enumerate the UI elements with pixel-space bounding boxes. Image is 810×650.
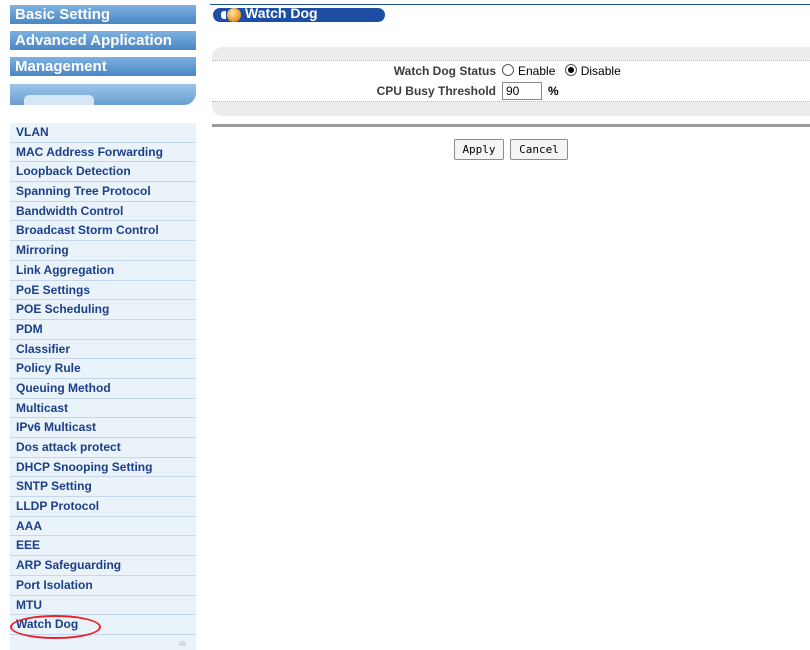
sidebar-item-loopback-detection[interactable]: Loopback Detection: [10, 162, 196, 183]
sidebar-item-aaa[interactable]: AAA: [10, 517, 196, 537]
disable-radio[interactable]: [564, 64, 577, 76]
settings-panel: Watch Dog Status Enable Disable CPU Busy…: [212, 47, 810, 116]
orange-orb-icon: [221, 8, 241, 22]
cpu-threshold-input[interactable]: [502, 82, 542, 100]
sidebar-item-broadcast-storm-control[interactable]: Broadcast Storm Control: [10, 221, 196, 242]
cpu-threshold-row: CPU Busy Threshold %: [212, 81, 810, 102]
disable-label: Disable: [580, 64, 621, 78]
cpu-threshold-unit: %: [548, 84, 559, 98]
watch-dog-status-label: Watch Dog Status: [393, 64, 496, 78]
sidebar-item-ipv6-multicast[interactable]: IPv6 Multicast: [10, 418, 196, 438]
section-divider: [212, 124, 810, 127]
sidebar-item-spanning-tree-protocol[interactable]: Spanning Tree Protocol: [10, 182, 196, 202]
sidebar-item-multicast[interactable]: Multicast: [10, 399, 196, 419]
sidebar-item-eee[interactable]: EEE: [10, 536, 196, 557]
menu-basic-setting[interactable]: Basic Setting: [10, 5, 196, 24]
sidebar-item-mirroring[interactable]: Mirroring: [10, 241, 196, 261]
scrollbar-thumb[interactable]: [179, 641, 186, 646]
sidebar-header-pill: [24, 95, 94, 105]
sidebar-header-band: [10, 84, 196, 105]
sidebar-item-pdm[interactable]: PDM: [10, 320, 196, 340]
submenu-panel: VLAN MAC Address Forwarding Loopback Detec…: [10, 123, 196, 650]
page-title: Watch Dog: [245, 5, 318, 21]
sidebar-item-arp-safeguarding[interactable]: ARP Safeguarding: [10, 556, 196, 576]
sidebar-item-vlan[interactable]: VLAN: [10, 123, 196, 143]
sidebar-item-lldp-protocol[interactable]: LLDP Protocol: [10, 497, 196, 517]
sidebar: Basic Setting Advanced Application Manag…: [10, 0, 196, 650]
sidebar-item-watch-dog[interactable]: Watch Dog: [10, 615, 196, 635]
sidebar-item-poe-scheduling[interactable]: POE Scheduling: [10, 300, 196, 320]
apply-button[interactable]: Apply: [454, 139, 504, 160]
sidebar-item-poe-settings[interactable]: PoE Settings: [10, 281, 196, 301]
submenu-list: VLAN MAC Address Forwarding Loopback Detec…: [10, 123, 196, 635]
sidebar-item-sntp-setting[interactable]: SNTP Setting: [10, 477, 196, 498]
enable-label: Enable: [518, 64, 556, 78]
sidebar-item-mtu[interactable]: MTU: [10, 596, 196, 616]
sidebar-item-link-aggregation[interactable]: Link Aggregation: [10, 261, 196, 281]
sidebar-item-policy-rule[interactable]: Policy Rule: [10, 359, 196, 379]
menu-management[interactable]: Management: [10, 57, 196, 76]
menu-advanced-application[interactable]: Advanced Application: [10, 31, 196, 50]
sidebar-item-dhcp-snooping-setting[interactable]: DHCP Snooping Setting: [10, 458, 196, 478]
sidebar-item-dos-attack-protect[interactable]: Dos attack protect: [10, 438, 196, 458]
enable-radio[interactable]: [502, 64, 514, 76]
sidebar-item-classifier[interactable]: Classifier: [10, 340, 196, 360]
sidebar-item-port-isolation[interactable]: Port Isolation: [10, 576, 196, 596]
watch-dog-status-options: Enable Disable: [502, 61, 627, 81]
cancel-button[interactable]: Cancel: [510, 139, 568, 160]
watch-dog-status-row: Watch Dog Status Enable Disable: [212, 60, 810, 82]
sidebar-item-queuing-method[interactable]: Queuing Method: [10, 379, 196, 399]
sidebar-item-mac-address-forwarding[interactable]: MAC Address Forwarding: [10, 143, 196, 163]
sidebar-item-bandwidth-control[interactable]: Bandwidth Control: [10, 202, 196, 222]
cpu-threshold-label: CPU Busy Threshold: [376, 84, 496, 98]
